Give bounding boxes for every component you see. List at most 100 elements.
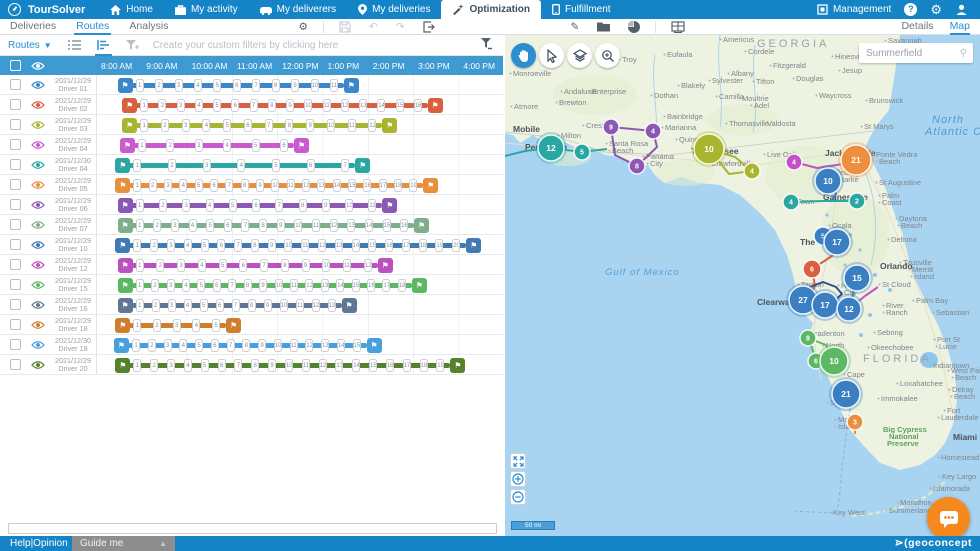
route-row[interactable]: 2021/12/30Driver 04⚑1234567⚑: [0, 155, 503, 175]
stop-marker[interactable]: 5: [212, 319, 220, 332]
map-marker[interactable]: 4: [783, 194, 799, 210]
support-chat-button[interactable]: [927, 497, 970, 540]
row-checkbox[interactable]: [10, 239, 21, 250]
stop-marker[interactable]: 9: [322, 199, 330, 212]
stop-marker[interactable]: 5: [213, 79, 221, 92]
row-checkbox[interactable]: [10, 259, 21, 270]
stop-marker[interactable]: 9: [302, 259, 310, 272]
stop-marker[interactable]: 5: [206, 219, 214, 232]
row-visibility-eye-icon[interactable]: [31, 140, 45, 150]
route-row[interactable]: 2021/12/29Driver 20⚑12345678910111213141…: [0, 355, 503, 375]
stop-marker[interactable]: 14: [337, 339, 345, 352]
layers-tool[interactable]: [567, 43, 592, 68]
stop-marker[interactable]: 2: [150, 359, 158, 372]
stop-marker[interactable]: 5: [223, 119, 231, 132]
row-checkbox[interactable]: [10, 279, 21, 290]
route-start-flag[interactable]: ⚑: [120, 138, 135, 153]
stop-marker[interactable]: 11: [343, 259, 351, 272]
route-start-flag[interactable]: ⚑: [115, 178, 130, 193]
stop-marker[interactable]: 3: [182, 199, 190, 212]
row-visibility-eye-icon[interactable]: [31, 280, 45, 290]
route-row[interactable]: 2021/12/30Driver 18⚑12345678910111213141…: [0, 335, 503, 355]
stop-marker[interactable]: 18: [420, 359, 428, 372]
stop-marker[interactable]: 7: [250, 99, 258, 112]
stop-marker[interactable]: 15: [368, 239, 376, 252]
route-bar[interactable]: [134, 143, 294, 148]
select-cursor-tool[interactable]: [539, 43, 564, 68]
stop-marker[interactable]: 10: [311, 79, 319, 92]
stop-marker[interactable]: 4: [184, 299, 192, 312]
stop-marker[interactable]: 9: [268, 359, 276, 372]
route-row[interactable]: 2021/12/29Driver 16⚑12345678910111213⚑: [0, 295, 503, 315]
row-checkbox[interactable]: [10, 359, 21, 370]
undo-icon[interactable]: ↶: [369, 21, 378, 33]
stop-marker[interactable]: 1: [132, 339, 140, 352]
stop-marker[interactable]: 9: [264, 299, 272, 312]
map-marker[interactable]: 4: [786, 154, 802, 170]
stop-marker[interactable]: 11: [368, 199, 376, 212]
stop-marker[interactable]: 3: [203, 159, 211, 172]
route-row[interactable]: 2021/12/29Driver 05⚑12345678910111213141…: [0, 175, 503, 195]
stop-marker[interactable]: 5: [201, 239, 209, 252]
map-marker[interactable]: 10: [694, 134, 724, 164]
stop-marker[interactable]: 9: [286, 99, 294, 112]
stop-marker[interactable]: 4: [192, 319, 200, 332]
route-end-flag[interactable]: ⚑: [382, 118, 397, 133]
route-row[interactable]: 2021/12/29Driver 04⚑123456⚑: [0, 135, 503, 155]
route-row[interactable]: 2021/12/29Driver 03⚑123456789101112⚑: [0, 115, 503, 135]
stop-marker[interactable]: 15: [383, 219, 391, 232]
search-icon[interactable]: ⚲: [960, 48, 973, 59]
details-switch[interactable]: Details: [901, 19, 933, 35]
row-checkbox[interactable]: [10, 79, 21, 90]
map-marker[interactable]: 10: [820, 347, 848, 375]
stop-marker[interactable]: 4: [179, 339, 187, 352]
view-selector-caret-icon[interactable]: ▼: [44, 41, 52, 50]
stop-marker[interactable]: 8: [244, 279, 252, 292]
stop-marker[interactable]: 10: [271, 179, 279, 192]
stop-marker[interactable]: 20: [452, 239, 460, 252]
stop-marker[interactable]: 9: [291, 79, 299, 92]
stop-marker[interactable]: 10: [294, 219, 302, 232]
folder-icon[interactable]: [597, 21, 610, 32]
stop-marker[interactable]: 11: [348, 119, 356, 132]
nav-item-activity[interactable]: My activity: [164, 0, 249, 19]
stop-marker[interactable]: 10: [284, 239, 292, 252]
view-selector[interactable]: Routes: [8, 40, 40, 51]
map-marker[interactable]: 12: [837, 297, 861, 321]
stop-marker[interactable]: 8: [281, 259, 289, 272]
pie-chart-icon[interactable]: [628, 21, 640, 33]
route-end-flag[interactable]: ⚑: [423, 178, 438, 193]
stop-marker[interactable]: 19: [436, 359, 444, 372]
fullscreen-button[interactable]: [510, 453, 526, 469]
stop-marker[interactable]: 7: [260, 259, 268, 272]
stop-marker[interactable]: 7: [252, 79, 260, 92]
filter-menu-funnel-icon[interactable]: [480, 38, 493, 53]
stop-marker[interactable]: 6: [280, 139, 288, 152]
stop-marker[interactable]: 8: [259, 219, 267, 232]
stop-marker[interactable]: 4: [206, 199, 214, 212]
stop-marker[interactable]: 2: [152, 299, 160, 312]
route-start-flag[interactable]: ⚑: [122, 98, 137, 113]
stop-marker[interactable]: 10: [274, 339, 282, 352]
route-row[interactable]: 2021/12/29Driver 12⚑123456789101112⚑: [0, 255, 503, 275]
stop-marker[interactable]: 6: [252, 199, 260, 212]
stop-marker[interactable]: 4: [195, 99, 203, 112]
stop-marker[interactable]: 11: [330, 79, 338, 92]
stop-marker[interactable]: 6: [217, 239, 225, 252]
stop-marker[interactable]: 2: [156, 259, 164, 272]
stop-marker[interactable]: 11: [290, 339, 298, 352]
stop-marker[interactable]: 19: [435, 239, 443, 252]
brand[interactable]: TourSolver: [0, 0, 99, 19]
stop-marker[interactable]: 8: [299, 199, 307, 212]
stop-marker[interactable]: 6: [231, 99, 239, 112]
row-visibility-eye-icon[interactable]: [31, 260, 45, 270]
map-search-input[interactable]: [859, 48, 960, 59]
stop-marker[interactable]: 3: [177, 259, 185, 272]
route-start-flag[interactable]: ⚑: [115, 238, 130, 253]
stop-marker[interactable]: 6: [239, 259, 247, 272]
stop-marker[interactable]: 8: [268, 99, 276, 112]
stop-marker[interactable]: 9: [256, 179, 264, 192]
stop-marker[interactable]: 10: [322, 259, 330, 272]
route-row[interactable]: 2021/12/29Driver 06⚑1234567891011⚑: [0, 195, 503, 215]
stop-marker[interactable]: 3: [168, 299, 176, 312]
